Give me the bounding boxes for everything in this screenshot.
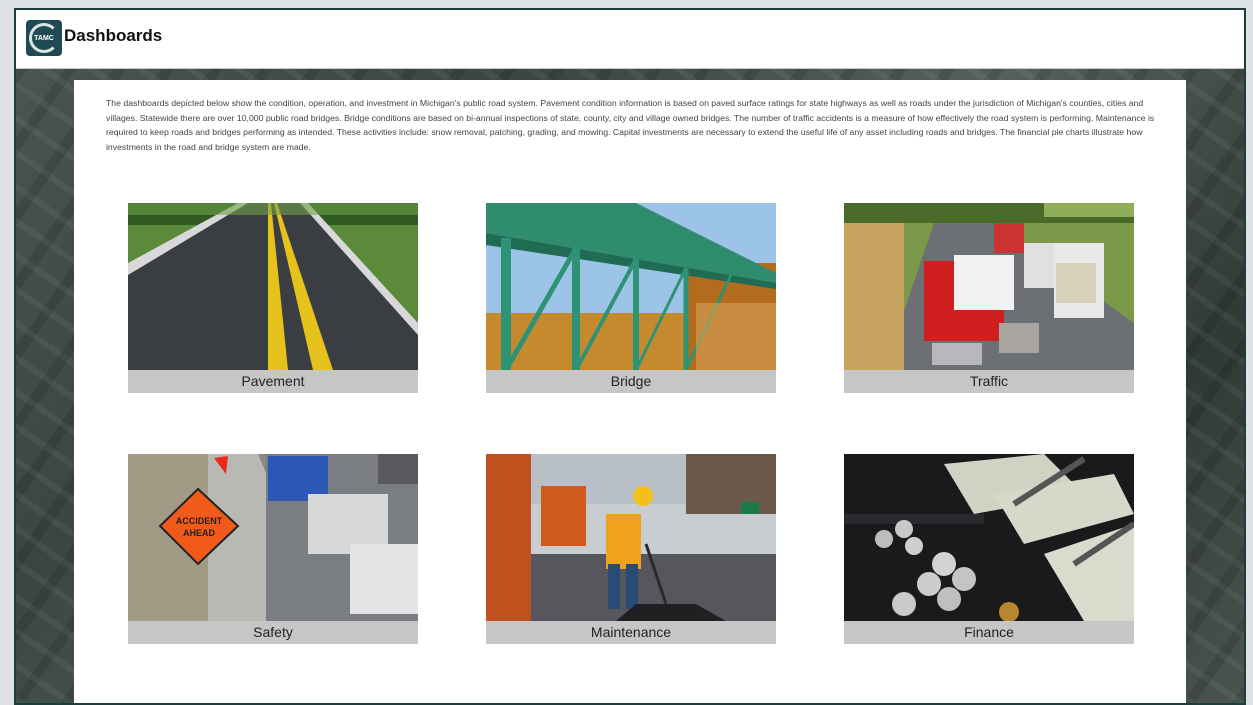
logo-text: TAMC [34, 34, 54, 42]
bridge-image [486, 203, 776, 370]
finance-tile-label: Finance [844, 621, 1134, 644]
safety-tile-label: Safety [128, 621, 418, 644]
traffic-tile-label: Traffic [844, 370, 1134, 393]
tamc-logo[interactable]: TAMC [26, 20, 62, 56]
finance-dashboard-tile[interactable]: Finance [844, 454, 1134, 644]
finance-image [844, 454, 1134, 621]
bridge-tile-label: Bridge [486, 370, 776, 393]
sign-text-ahead: AHEAD [183, 528, 216, 538]
safety-image: ACCIDENT AHEAD [128, 454, 418, 621]
intro-paragraph: The dashboards depicted below show the c… [106, 98, 1155, 152]
maintenance-dashboard-tile[interactable]: Maintenance [486, 454, 776, 644]
traffic-dashboard-tile[interactable]: Traffic [844, 203, 1134, 393]
top-bar: TAMC Dashboards [16, 10, 1244, 69]
logo-ring-icon: TAMC [29, 23, 59, 53]
safety-dashboard-tile[interactable]: ACCIDENT AHEAD Safety [128, 454, 418, 644]
sign-text-accident: ACCIDENT [176, 516, 223, 526]
maintenance-image [486, 454, 776, 621]
maintenance-tile-label: Maintenance [486, 621, 776, 644]
bridge-dashboard-tile[interactable]: Bridge [486, 203, 776, 393]
pavement-dashboard-tile[interactable]: Pavement [128, 203, 418, 393]
content-panel: The dashboards depicted below show the c… [74, 80, 1186, 703]
pavement-tile-label: Pavement [128, 370, 418, 393]
page-title: Dashboards [64, 26, 163, 45]
pavement-image [128, 203, 418, 370]
app-frame: TAMC Dashboards The dashboards depicted … [14, 8, 1246, 705]
traffic-image [844, 203, 1134, 370]
